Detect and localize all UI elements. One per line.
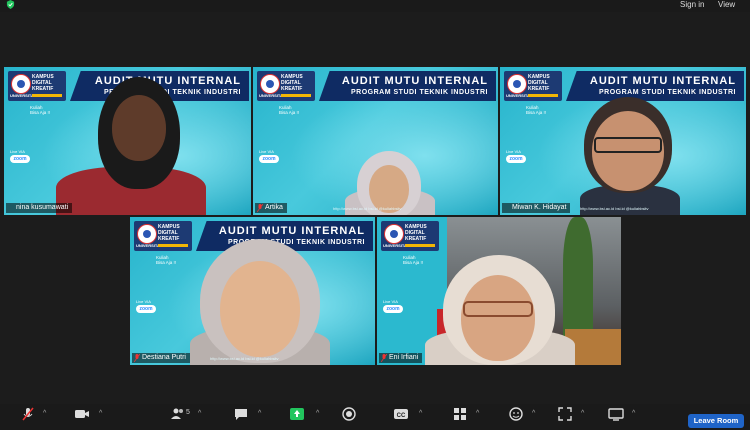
smiley-icon — [509, 407, 523, 421]
more-options-chevron-icon[interactable]: ^ — [632, 410, 635, 417]
screen-icon — [608, 408, 624, 421]
video-button[interactable] — [74, 406, 90, 422]
slide-banner: AUDIT MUTU INTERNAL PROGRAM STUDI TEKNIK… — [319, 71, 496, 101]
record-icon — [342, 407, 356, 421]
chat-button[interactable] — [233, 406, 249, 422]
share-screen-button[interactable] — [289, 406, 305, 422]
participant-name-tag: Destiana Putri — [132, 353, 190, 363]
participant-name-tag: Eni Irfiani — [379, 353, 423, 363]
participants-button[interactable] — [170, 406, 186, 422]
record-button[interactable] — [341, 406, 357, 422]
participants-icon — [171, 408, 183, 419]
video-tile-4[interactable]: UNIVERSITAS KAMPUS DIGITAL KREATIF AUDIT M… — [130, 217, 375, 365]
participant-name-tag: Miwan K. Hidayat — [502, 203, 571, 213]
reactions-options-chevron-icon[interactable]: ^ — [532, 410, 535, 417]
chat-bubble-icon — [235, 409, 247, 420]
apps-button[interactable] — [452, 406, 468, 422]
leave-room-button[interactable]: Leave Room — [688, 414, 744, 428]
apps-grid-icon — [454, 408, 466, 420]
university-seal-icon — [11, 74, 31, 94]
mic-muted-icon — [257, 204, 263, 212]
zoom-badge: zoom — [259, 155, 279, 163]
mic-muted-icon — [381, 354, 387, 362]
zoom-badge: zoom — [506, 155, 526, 163]
slide-banner: AUDIT MUTU INTERNAL PROGRAM STUDI TEKNIK… — [566, 71, 744, 101]
mic-muted-icon — [134, 354, 140, 362]
video-tile-5[interactable]: UNIVERSITAS KAMPUS DIGITAL KREATIF Kuliah B… — [377, 217, 621, 365]
zoom-badge: zoom — [10, 155, 30, 163]
kampus-digital-kreatif-logo: UNIVERSITAS KAMPUS DIGITAL KREATIF — [8, 71, 66, 101]
reactions-button[interactable] — [508, 406, 524, 422]
zoom-badge: zoom — [383, 305, 403, 313]
meeting-toolbar — [0, 404, 750, 430]
participant-name-tag: nina kusumawati — [6, 203, 73, 213]
participants-options-chevron-icon[interactable]: ^ — [198, 410, 201, 417]
university-seal-icon — [384, 224, 404, 244]
share-options-chevron-icon[interactable]: ^ — [316, 410, 319, 417]
university-seal-icon — [260, 74, 280, 94]
kampus-digital-kreatif-logo: UNIVERSITAS KAMPUS DIGITAL KREATIF — [381, 221, 439, 251]
view-options-chevron-icon[interactable]: ^ — [581, 410, 584, 417]
mic-muted-icon — [22, 407, 34, 421]
captions-options-chevron-icon[interactable]: ^ — [419, 410, 422, 417]
kampus-digital-kreatif-logo: UNIVERSITAS KAMPUS DIGITAL KREATIF — [134, 221, 192, 251]
security-shield-icon[interactable] — [6, 0, 15, 9]
university-seal-icon — [137, 224, 157, 244]
video-tile-1[interactable]: UNIVERSITAS KAMPUS DIGITAL KREATIF AUDIT M… — [4, 67, 251, 215]
top-bar: Sign in View — [0, 0, 750, 12]
university-seal-icon — [507, 74, 527, 94]
expand-icon — [558, 407, 572, 421]
video-options-chevron-icon[interactable]: ^ — [99, 410, 102, 417]
video-tile-2[interactable]: UNIVERSITAS KAMPUS DIGITAL KREATIF AUDIT M… — [253, 67, 498, 215]
audio-options-chevron-icon[interactable]: ^ — [43, 410, 46, 417]
svg-text:CC: CC — [397, 413, 406, 419]
mute-button[interactable] — [20, 406, 36, 422]
participants-count: 5 — [186, 409, 190, 416]
more-button[interactable] — [608, 406, 624, 422]
sign-in-link[interactable]: Sign in — [680, 0, 704, 9]
video-camera-icon — [75, 410, 89, 418]
chat-options-chevron-icon[interactable]: ^ — [258, 410, 261, 417]
zoom-badge: zoom — [136, 305, 156, 313]
live-via-label: Live VIA — [10, 149, 25, 154]
fullscreen-button[interactable] — [557, 406, 573, 422]
captions-button[interactable]: CC — [393, 406, 409, 422]
video-tile-3[interactable]: UNIVERSITAS KAMPUS DIGITAL KREATIF AUDIT M… — [500, 67, 746, 215]
kampus-digital-kreatif-logo: UNIVERSITAS KAMPUS DIGITAL KREATIF — [504, 71, 562, 101]
view-menu-button[interactable]: View — [718, 0, 735, 9]
kampus-digital-kreatif-logo: UNIVERSITAS KAMPUS DIGITAL KREATIF — [257, 71, 315, 101]
participant-name-tag: Artika — [255, 203, 287, 213]
share-screen-icon — [290, 408, 304, 420]
apps-options-chevron-icon[interactable]: ^ — [476, 410, 479, 417]
closed-captions-icon: CC — [394, 409, 408, 419]
